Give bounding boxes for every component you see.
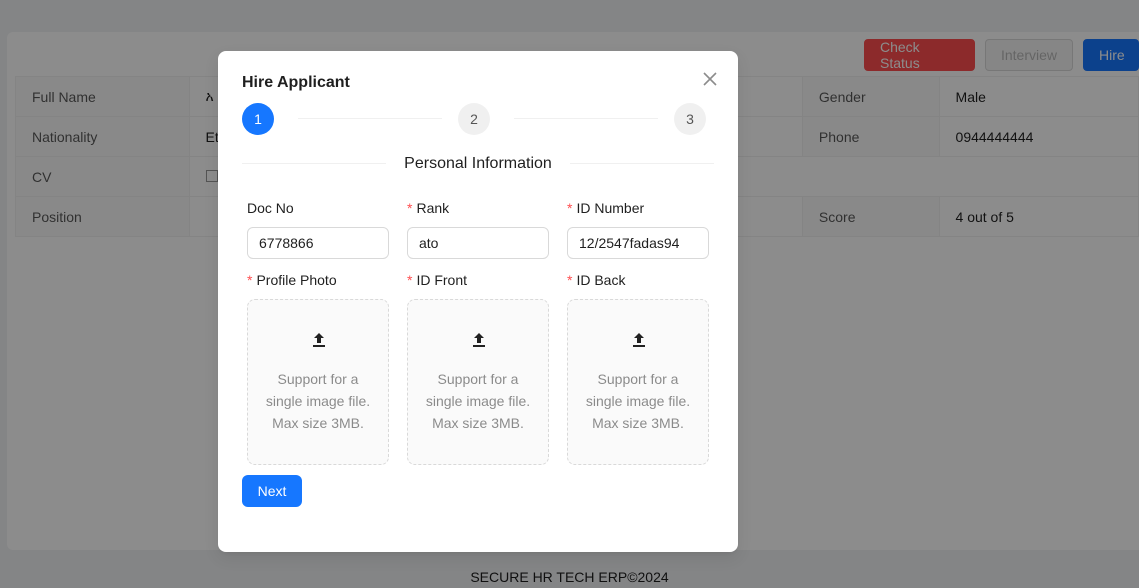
rank-input[interactable]: ato [407,227,549,259]
doc-no-label: Doc No [247,200,294,216]
upload-icon [633,333,645,347]
id-back-upload[interactable]: Support for a single image file. Max siz… [567,299,709,465]
close-icon[interactable] [702,69,718,89]
step-connector [514,118,658,119]
upload-icon [473,333,485,347]
id-back-label: * ID Back [567,272,626,288]
profile-photo-label: * Profile Photo [247,272,337,288]
hire-applicant-modal: Hire Applicant 1 2 3 Personal Informatio… [218,51,738,552]
upload-hint: Support for a single image file. Max siz… [425,371,531,431]
id-number-input[interactable]: 12/2547fadas94 [567,227,709,259]
step-connector [298,118,442,119]
upload-hint: Support for a single image file. Max siz… [585,371,691,431]
rank-label: * Rank [407,200,450,216]
id-number-label: * ID Number [567,200,645,216]
step-1[interactable]: 1 [242,103,274,135]
doc-no-input[interactable]: 6778866 [247,227,389,259]
upload-icon [313,333,325,347]
upload-hint: Support for a single image file. Max siz… [265,371,371,431]
id-front-label: * ID Front [407,272,468,288]
modal-title: Hire Applicant [242,74,350,91]
profile-photo-upload[interactable]: Support for a single image file. Max siz… [247,299,389,465]
step-3[interactable]: 3 [674,103,706,135]
section-title: Personal Information [404,155,552,172]
id-front-upload[interactable]: Support for a single image file. Max siz… [407,299,549,465]
step-2[interactable]: 2 [458,103,490,135]
next-button[interactable]: Next [242,475,302,507]
